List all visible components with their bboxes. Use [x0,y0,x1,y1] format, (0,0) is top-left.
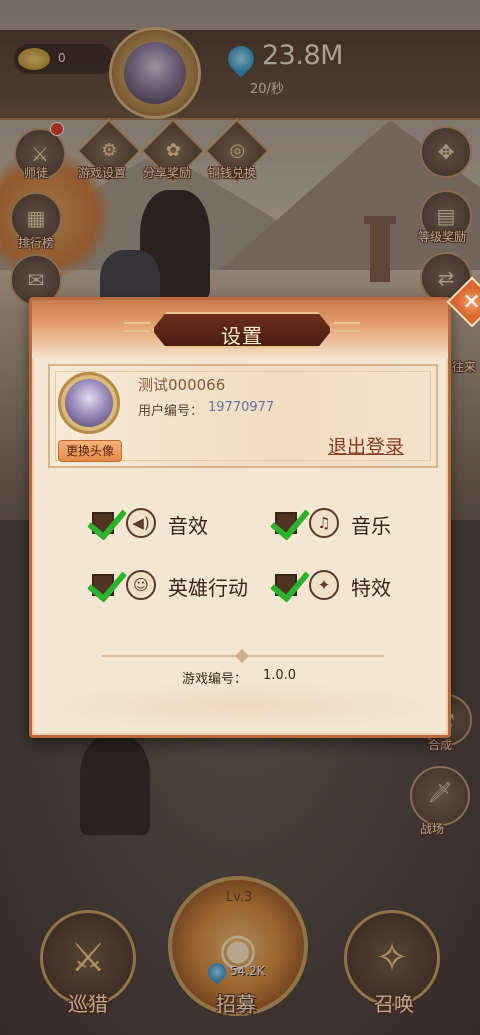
music-note-icon: ♫ [309,508,339,538]
checkmark-icon [270,499,310,541]
checkmark-icon [87,561,127,603]
user-avatar [65,379,113,427]
version-value: 1.0.0 [263,668,297,683]
special-effects-checkbox[interactable] [270,561,310,603]
sound-effects-label: 音效 [168,514,208,538]
cloud-decoration [52,682,432,730]
user-avatar-frame [58,372,120,434]
divider-ornament [234,648,250,664]
close-icon: ✕ [462,289,480,315]
music-label: 音乐 [351,514,391,538]
person-icon: ☺ [126,570,156,600]
hero-action-checkbox[interactable] [87,561,127,603]
special-effects-label: 特效 [351,576,391,600]
checkmark-icon [87,499,127,541]
settings-dialog: 设置 ✕ 更换头像 测试000066 用户编号： 19770977 退出登录 ◀… [29,276,480,738]
music-checkbox[interactable] [270,499,310,541]
dialog-title: 设置 [221,324,263,348]
sparkle-icon: ✦ [309,570,339,600]
change-avatar-button[interactable]: 更换头像 [58,440,122,462]
profile-card: 更换头像 测试000066 用户编号： 19770977 退出登录 [48,364,438,468]
user-id-value: 19770977 [208,400,275,415]
hero-action-label: 英雄行动 [168,576,248,600]
title-ornament-right [334,322,360,332]
speaker-icon: ◀) [126,508,156,538]
title-plate: 设置 [152,312,332,348]
logout-button[interactable]: 退出登录 [328,432,404,459]
dialog-header: 设置 [32,300,448,358]
sound-effects-checkbox[interactable] [87,499,127,541]
username: 测试000066 [138,376,226,394]
title-ornament-left [124,322,150,332]
user-id-label: 用户编号： [138,404,204,419]
checkmark-icon [270,561,310,603]
